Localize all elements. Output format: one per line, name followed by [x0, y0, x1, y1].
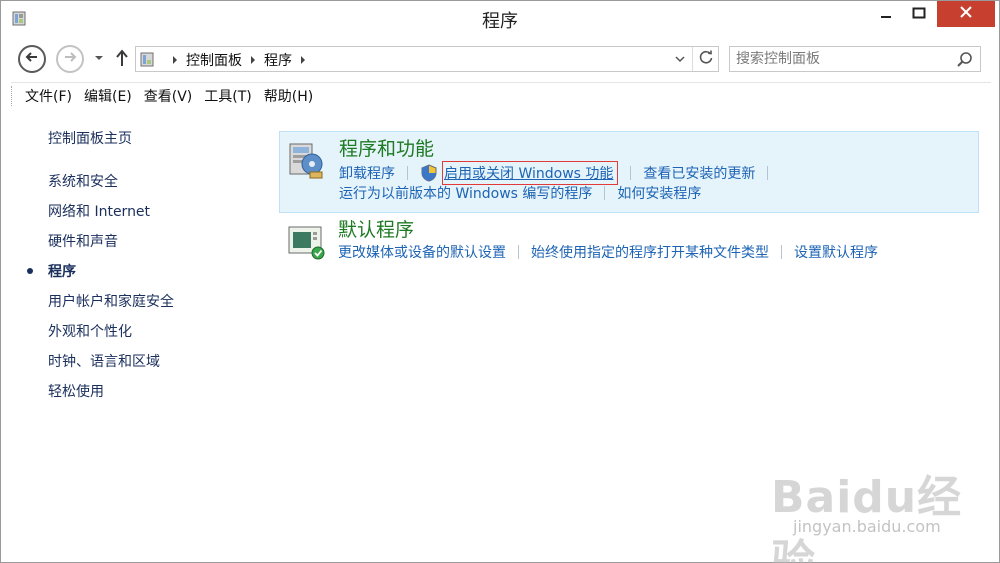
- chevron-right-icon[interactable]: [168, 52, 182, 68]
- breadcrumb: 控制面板 程序: [164, 50, 314, 70]
- chevron-down-icon[interactable]: [671, 50, 689, 68]
- close-icon: [959, 5, 973, 23]
- sidebar-item-appearance[interactable]: 外观和个性化: [48, 321, 132, 341]
- category-title-default-programs[interactable]: 默认程序: [338, 215, 414, 242]
- search-box[interactable]: [729, 46, 981, 72]
- sidebar-item-programs[interactable]: 程序: [48, 261, 76, 281]
- default-programs-icon[interactable]: [285, 219, 325, 261]
- menu-view[interactable]: 查看(V): [144, 86, 193, 106]
- minimize-button[interactable]: [871, 1, 901, 29]
- change-media-defaults-link[interactable]: 更改媒体或设备的默认设置: [338, 242, 506, 262]
- search-icon[interactable]: [956, 51, 974, 69]
- sidebar-item-system-security[interactable]: 系统和安全: [48, 171, 118, 191]
- forward-arrow-icon: [62, 49, 78, 69]
- maximize-button[interactable]: [904, 1, 934, 29]
- watermark-brand: Baidu经验: [771, 472, 963, 563]
- category-programs-features: 程序和功能 卸载程序 启用或关闭 Windows 功能 查看已安装的更新 运行为…: [279, 131, 979, 213]
- menubar-grip: [11, 85, 15, 106]
- sidebar-home-link[interactable]: 控制面板主页: [48, 128, 132, 148]
- chevron-down-icon[interactable]: [93, 51, 105, 65]
- maximize-icon: [912, 6, 926, 24]
- menu-bar: 文件(F) 编辑(E) 查看(V) 工具(T) 帮助(H): [11, 82, 991, 108]
- separator: [767, 166, 769, 180]
- current-page-bullet: [27, 268, 33, 274]
- up-arrow-icon[interactable]: [114, 48, 130, 68]
- separator: [781, 245, 782, 259]
- task-row: 更改媒体或设备的默认设置 始终使用指定的程序打开某种文件类型 设置默认程序: [338, 242, 878, 262]
- navigation-bar: 控制面板 程序: [1, 39, 999, 79]
- menu-help[interactable]: 帮助(H): [264, 86, 313, 106]
- menu-file[interactable]: 文件(F): [25, 86, 72, 106]
- category-title-programs-features[interactable]: 程序和功能: [339, 134, 434, 161]
- how-to-install-link[interactable]: 如何安装程序: [617, 183, 701, 203]
- baidu-watermark: Baidu经验 jingyan.baidu.com: [761, 451, 991, 563]
- sidebar-item-ease-of-access[interactable]: 轻松使用: [48, 381, 104, 401]
- watermark-url: jingyan.baidu.com: [793, 517, 941, 536]
- sidebar-item-user-accounts[interactable]: 用户帐户和家庭安全: [48, 291, 174, 311]
- close-button[interactable]: [937, 1, 995, 27]
- separator: [630, 166, 632, 180]
- sidebar-item-clock-region[interactable]: 时钟、语言和区域: [48, 351, 160, 371]
- category-default-programs: 默认程序 更改媒体或设备的默认设置 始终使用指定的程序打开某种文件类型 设置默认…: [279, 213, 979, 273]
- view-installed-updates-link[interactable]: 查看已安装的更新: [643, 163, 755, 183]
- chevron-right-icon[interactable]: [246, 52, 260, 68]
- programs-features-icon[interactable]: [286, 138, 326, 180]
- search-input[interactable]: [736, 50, 946, 68]
- sidebar-item-network-internet[interactable]: 网络和 Internet: [48, 201, 150, 221]
- window-title: 程序: [482, 11, 518, 32]
- control-panel-window: 程序 控制面板 程序 搜索控制面板 文件(F) 编辑(E) 查看(V) 工具(T…: [0, 0, 1000, 563]
- back-arrow-icon: [24, 49, 40, 69]
- forward-button[interactable]: [56, 45, 84, 73]
- sidebar: 控制面板主页 系统和安全 网络和 Internet 硬件和声音 程序 用户帐户和…: [1, 111, 271, 551]
- menu-tools[interactable]: 工具(T): [204, 86, 251, 106]
- menu-edit[interactable]: 编辑(E): [84, 86, 132, 106]
- sidebar-item-hardware-sound[interactable]: 硬件和声音: [48, 231, 118, 251]
- turn-windows-features-link[interactable]: 启用或关闭 Windows 功能: [442, 161, 619, 185]
- minimize-icon: [879, 6, 893, 24]
- refresh-icon: [698, 49, 714, 69]
- separator: [407, 166, 408, 180]
- task-row: 运行为以前版本的 Windows 编写的程序 如何安装程序: [339, 183, 701, 203]
- back-button[interactable]: [18, 45, 46, 73]
- breadcrumb-item-control-panel[interactable]: 控制面板: [186, 50, 242, 70]
- uninstall-program-link[interactable]: 卸载程序: [339, 163, 395, 183]
- run-older-programs-link[interactable]: 运行为以前版本的 Windows 编写的程序: [339, 183, 592, 203]
- breadcrumb-item-programs[interactable]: 程序: [264, 50, 292, 70]
- separator: [518, 245, 519, 259]
- chevron-right-icon[interactable]: [296, 52, 310, 68]
- title-bar: 程序: [1, 1, 999, 37]
- file-type-association-link[interactable]: 始终使用指定的程序打开某种文件类型: [531, 242, 769, 262]
- refresh-button[interactable]: [692, 47, 718, 71]
- address-bar[interactable]: 控制面板 程序: [135, 46, 719, 72]
- task-row: 卸载程序 启用或关闭 Windows 功能 查看已安装的更新: [339, 161, 780, 185]
- separator: [604, 186, 606, 200]
- uac-shield-icon: [420, 164, 438, 182]
- set-default-programs-link[interactable]: 设置默认程序: [794, 242, 878, 262]
- control-panel-icon: [139, 50, 157, 68]
